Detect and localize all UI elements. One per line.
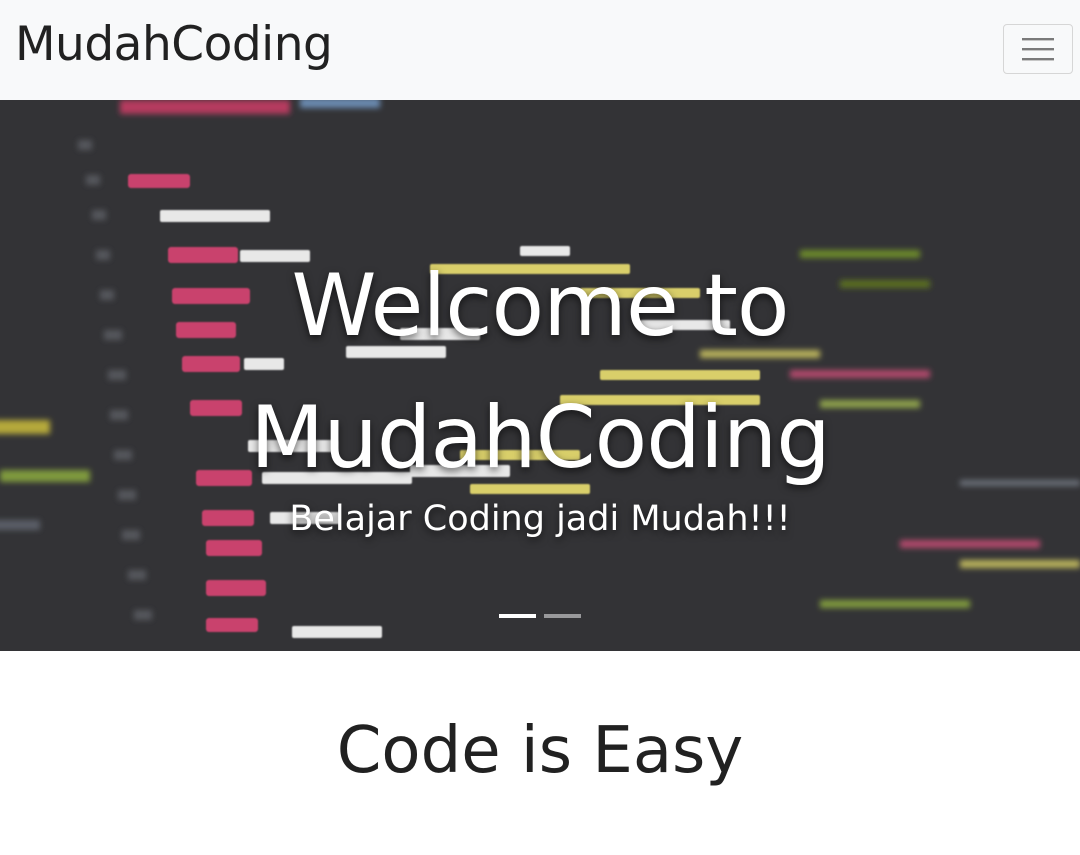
navbar: MudahCoding: [0, 0, 1080, 100]
carousel-indicator-2[interactable]: [544, 614, 581, 618]
navbar-toggler-button[interactable]: [1003, 24, 1073, 74]
section-title: Code is Easy: [336, 714, 744, 788]
hamburger-menu-icon: [1022, 38, 1054, 61]
intro-section: Code is Easy: [0, 651, 1080, 855]
hero-title: Welcome to MudahCoding: [250, 256, 831, 488]
navbar-brand[interactable]: MudahCoding: [15, 17, 333, 72]
carousel-indicator-1[interactable]: [499, 614, 536, 618]
hero-carousel: Welcome to MudahCoding Belajar Coding ja…: [0, 100, 1080, 651]
carousel-indicators: [0, 614, 1080, 618]
hero-subtitle: Belajar Coding jadi Mudah!!!: [289, 499, 791, 539]
hero-caption: Welcome to MudahCoding Belajar Coding ja…: [0, 240, 1080, 544]
